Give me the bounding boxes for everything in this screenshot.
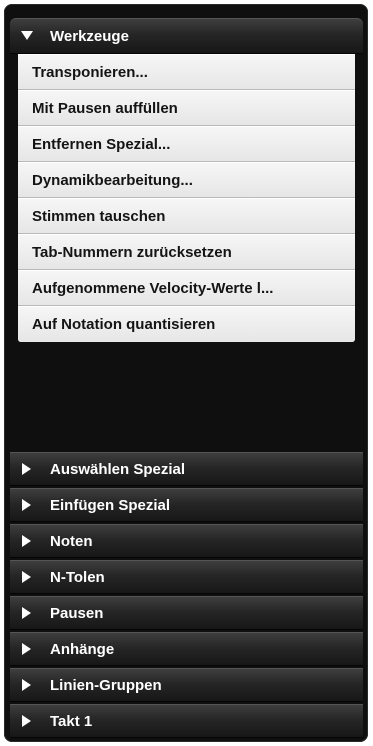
section-label: Pausen — [50, 604, 104, 622]
triangle-right-icon — [10, 499, 44, 511]
menu-item-tab-nummern-zuruecksetzen[interactable]: Tab-Nummern zurücksetzen — [18, 234, 355, 270]
section-auswaehlen-spezial-header[interactable]: Auswählen Spezial — [10, 452, 363, 486]
menu-item-dynamikbearbeitung[interactable]: Dynamikbearbeitung... — [18, 162, 355, 198]
section-label: Auswählen Spezial — [50, 460, 186, 478]
triangle-right-icon — [10, 535, 44, 547]
section-werkzeuge-label: Werkzeuge — [50, 27, 129, 45]
section-label: Anhänge — [50, 640, 115, 658]
section-einfuegen-spezial-header[interactable]: Einfügen Spezial — [10, 488, 363, 522]
section-werkzeuge-header[interactable]: Werkzeuge — [10, 18, 363, 54]
triangle-right-icon — [10, 643, 44, 655]
menu-item-velocity-werte[interactable]: Aufgenommene Velocity-Werte l... — [18, 270, 355, 306]
menu-item-mit-pausen-auffuellen[interactable]: Mit Pausen auffüllen — [18, 90, 355, 126]
section-linien-gruppen-header[interactable]: Linien-Gruppen — [10, 668, 363, 702]
menu-item-entfernen-spezial[interactable]: Entfernen Spezial... — [18, 126, 355, 162]
menu-item-stimmen-tauschen[interactable]: Stimmen tauschen — [18, 198, 355, 234]
section-noten-header[interactable]: Noten — [10, 524, 363, 558]
section-label: N-Tolen — [50, 568, 105, 586]
triangle-right-icon — [10, 607, 44, 619]
section-takt-1-header[interactable]: Takt 1 — [10, 704, 363, 738]
tools-panel: Werkzeuge Transponieren... Mit Pausen au… — [4, 4, 368, 742]
triangle-right-icon — [10, 571, 44, 583]
section-label: Noten — [50, 532, 93, 550]
triangle-right-icon — [10, 715, 44, 727]
menu-item-auf-notation-quantisieren[interactable]: Auf Notation quantisieren — [18, 306, 355, 342]
triangle-right-icon — [10, 679, 44, 691]
menu-item-transponieren[interactable]: Transponieren... — [18, 54, 355, 90]
section-anhaenge-header[interactable]: Anhänge — [10, 632, 363, 666]
section-label: Einfügen Spezial — [50, 496, 171, 514]
triangle-right-icon — [10, 463, 44, 475]
section-label: Takt 1 — [50, 712, 93, 730]
section-label: Linien-Gruppen — [50, 676, 162, 694]
section-pausen-header[interactable]: Pausen — [10, 596, 363, 630]
triangle-down-icon — [10, 31, 44, 41]
werkzeuge-item-list: Transponieren... Mit Pausen auffüllen En… — [18, 54, 355, 342]
section-n-tolen-header[interactable]: N-Tolen — [10, 560, 363, 594]
